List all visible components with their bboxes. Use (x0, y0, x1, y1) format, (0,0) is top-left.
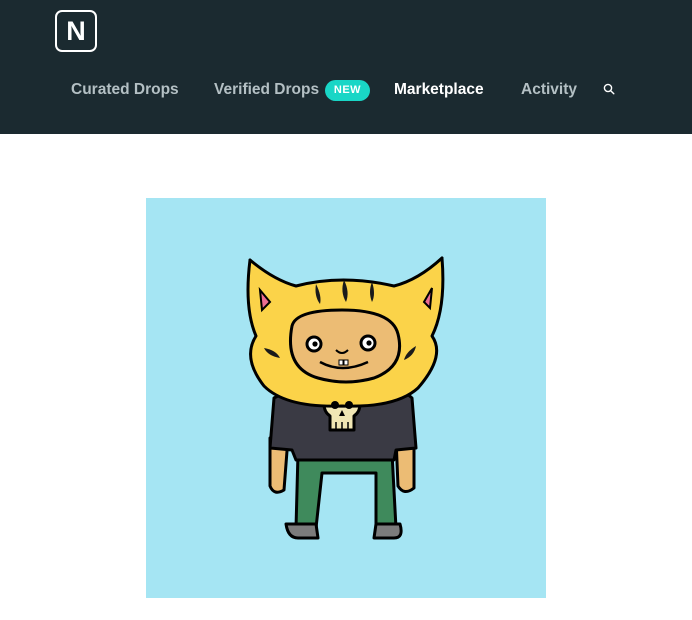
nifty-logo[interactable]: N (55, 10, 97, 52)
new-badge: NEW (325, 80, 370, 101)
search-icon[interactable] (603, 83, 615, 95)
nav-curated-drops[interactable]: Curated Drops (71, 80, 179, 100)
nav-activity[interactable]: Activity (521, 80, 577, 100)
nft-artwork-image[interactable] (146, 198, 546, 598)
top-navigation-bar: N Curated Drops Verified Drops NEW Marke… (0, 0, 692, 134)
tiger-hood-character-illustration (246, 256, 445, 540)
nav-verified-drops[interactable]: Verified Drops (214, 80, 319, 100)
nav-marketplace[interactable]: Marketplace (394, 80, 484, 100)
